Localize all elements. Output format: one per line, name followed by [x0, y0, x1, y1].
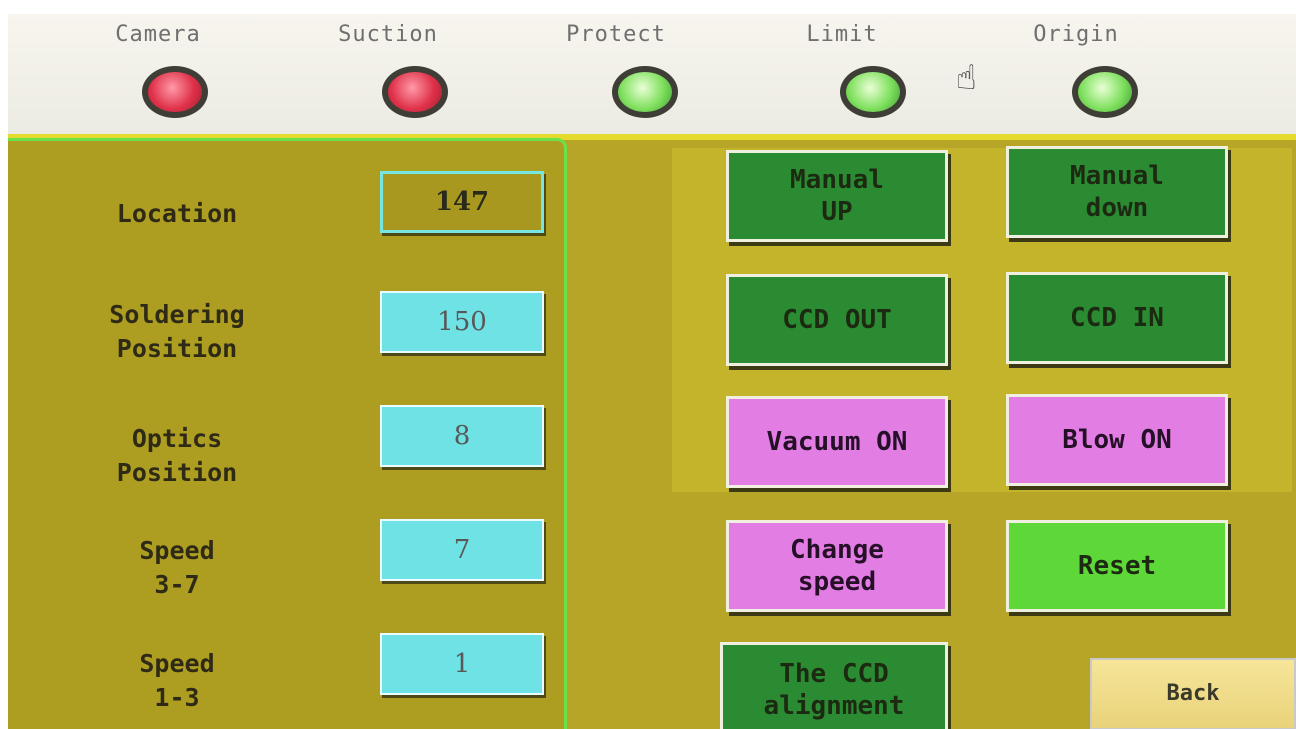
manual-down-button[interactable]: Manual down [1006, 146, 1228, 238]
speed-1-3-label: Speed 1-3 [139, 649, 215, 712]
speed-1-3-field[interactable]: 1 [380, 633, 544, 695]
limit-status-lamp [840, 66, 906, 118]
vacuum-on-button[interactable]: Vacuum ON [726, 396, 948, 488]
parameter-panel: Location 147 Soldering Position 150 Opti… [8, 138, 567, 729]
reset-button[interactable]: Reset [1006, 520, 1228, 612]
location-label: Location [116, 199, 238, 228]
protect-status-lamp [612, 66, 678, 118]
soldering-position-label: Soldering Position [109, 300, 245, 363]
ccd-in-button[interactable]: CCD IN [1006, 272, 1228, 364]
suction-status-lamp [382, 66, 448, 118]
manual-up-button[interactable]: Manual UP [726, 150, 948, 242]
location-value-field[interactable]: 147 [380, 171, 544, 233]
blow-on-button[interactable]: Blow ON [1006, 394, 1228, 486]
status-indicator-bar: Camera Suction Protect Limit ☝ Origin [8, 14, 1296, 140]
protect-indicator-label: Protect [566, 22, 666, 47]
change-speed-button[interactable]: Change speed [726, 520, 948, 612]
ccd-out-button[interactable]: CCD OUT [726, 274, 948, 366]
camera-status-lamp [142, 66, 208, 118]
camera-indicator-label: Camera [115, 22, 201, 47]
hmi-screen: Camera Suction Protect Limit ☝ Origin Lo… [8, 14, 1296, 729]
speed-3-7-label: Speed 3-7 [139, 536, 215, 599]
ccd-alignment-button[interactable]: The CCD alignment [720, 642, 948, 729]
back-button[interactable]: Back [1090, 658, 1296, 729]
optics-position-field[interactable]: 8 [380, 405, 544, 467]
suction-indicator-label: Suction [338, 22, 438, 47]
optics-position-label: Optics Position [116, 424, 238, 487]
limit-indicator-label: Limit [806, 22, 878, 47]
origin-status-lamp [1072, 66, 1138, 118]
soldering-position-field[interactable]: 150 [380, 291, 544, 353]
speed-3-7-field[interactable]: 7 [380, 519, 544, 581]
origin-indicator-label: Origin [1033, 22, 1119, 47]
hand-pointer-icon: ☝ [956, 58, 977, 98]
